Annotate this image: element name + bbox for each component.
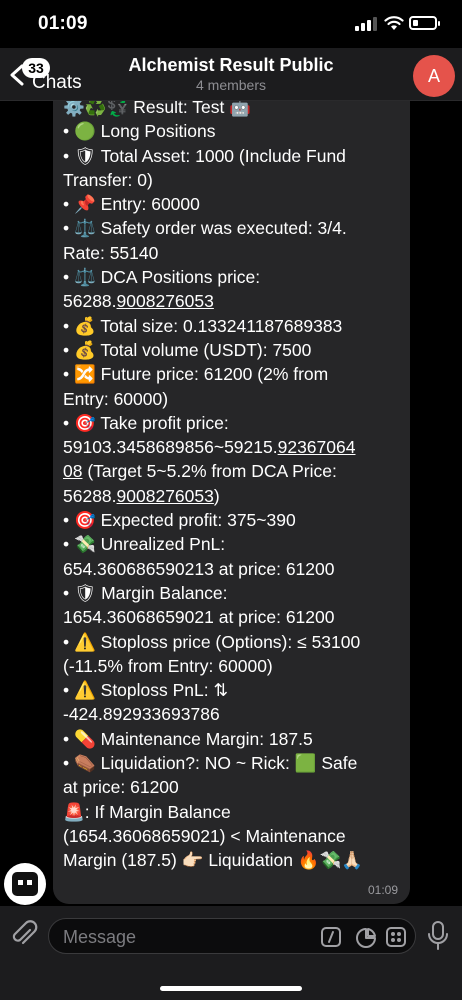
message-line: • 💸 Unrealized PnL: xyxy=(63,532,403,556)
line-text: • ⚖️ DCA Positions price: xyxy=(63,267,261,288)
wifi-icon xyxy=(384,16,404,30)
message-line: ⚙️♻️💱 Result: Test 🤖 xyxy=(63,101,403,119)
message-bubble[interactable]: ⚙️♻️💱 Result: Test 🤖 • 🟢 Long Positions • … xyxy=(53,101,410,904)
battery-level xyxy=(413,20,418,26)
phone-number-link[interactable]: 9008276053 xyxy=(117,291,214,311)
line-text: 654.360686590213 at price: 61200 xyxy=(63,558,335,579)
line-text: • ⚠️ Stoploss price (Options): ≤ 53100 xyxy=(63,631,361,652)
message-line: • 🔀 Future price: 61200 (2% from xyxy=(63,362,403,386)
slash-command-icon[interactable] xyxy=(321,927,341,947)
line-text: • 🛡 Margin Balance: xyxy=(63,582,228,603)
message-line: -424.892933693786 xyxy=(63,702,403,726)
line-text: • 🔀 Future price: 61200 (2% from xyxy=(63,364,329,385)
line-text: • 🛡 Total Asset: 1000 (Include Fund xyxy=(63,145,346,166)
result-emoji-icon: ⚙️♻️💱 xyxy=(63,101,129,117)
message-line: • 🎯 Take profit price: xyxy=(63,411,403,435)
message-composer: Message xyxy=(0,906,462,1000)
battery-icon xyxy=(409,16,440,30)
line-text: • ⚖️ Safety order was executed: 3/4. xyxy=(63,218,347,239)
phone-number-link[interactable]: 9008276053 xyxy=(117,486,214,506)
apps-grid-icon[interactable] xyxy=(386,927,406,947)
line-text: 56288. xyxy=(63,291,117,312)
bot-face-icon xyxy=(12,872,38,896)
message-line: Entry: 60000) xyxy=(63,387,403,411)
line-text: 59103.3458689856~59215. xyxy=(63,437,278,458)
message-line: • ⚰️ Liquidation?: NO ~ Rick: 🟩 Safe xyxy=(63,751,403,775)
chat-subtitle: 4 members xyxy=(195,77,267,93)
chat-header: Chats 33 Alchemist Result Public 4 membe… xyxy=(0,48,462,101)
message-line: 56288.9008276053 xyxy=(63,289,403,313)
message-line: • 💊 Maintenance Margin: 187.5 xyxy=(63,727,403,751)
message-line: Transfer: 0) xyxy=(63,168,403,192)
message-line: • ⚖️ DCA Positions price: xyxy=(63,265,403,289)
line-text: Result: Test 🤖 xyxy=(128,101,251,117)
line-text: Entry: 60000) xyxy=(63,388,169,409)
line-text: • 🎯 Take profit price: xyxy=(63,412,229,433)
message-line: 🚨: If Margin Balance xyxy=(63,800,403,824)
line-text: -424.892933693786 xyxy=(63,704,220,725)
line-text: • 💸 Unrealized PnL: xyxy=(63,534,226,555)
message-line: • 🎯 Expected profit: 375~390 xyxy=(63,508,403,532)
line-text: (Target 5~5.2% from DCA Price: xyxy=(82,461,337,482)
line-text: • 📌 Entry: 60000 xyxy=(63,194,200,215)
phone-number-link[interactable]: 08 xyxy=(63,461,82,481)
message-line: 654.360686590213 at price: 61200 xyxy=(63,557,403,581)
message-line: (1654.36068659021) < Maintenance xyxy=(63,824,403,848)
message-line: (-11.5% from Entry: 60000) xyxy=(63,654,403,678)
line-text: Rate: 55140 xyxy=(63,242,159,263)
message-line: • 💰 Total size: 0.133241187689383 xyxy=(63,314,403,338)
message-line: • 💰 Total volume (USDT): 7500 xyxy=(63,338,403,362)
line-text: • 🟢 Long Positions xyxy=(63,121,216,142)
message-line: • 🟢 Long Positions xyxy=(63,119,403,143)
message-line: Margin (187.5) 👉🏻 Liquidation 🔥💸🙏🏻 xyxy=(63,848,403,872)
line-text: (-11.5% from Entry: 60000) xyxy=(63,655,273,676)
line-text: at price: 61200 xyxy=(63,777,179,798)
line-text: • ⚰️ Liquidation?: NO ~ Rick: 🟩 Safe xyxy=(63,753,358,774)
line-text: • 💰 Total volume (USDT): 7500 xyxy=(63,339,312,360)
line-text: 56288. xyxy=(63,485,117,506)
line-text: • 💊 Maintenance Margin: 187.5 xyxy=(63,728,313,749)
message-placeholder: Message xyxy=(63,927,137,947)
message-line: 1654.36068659021 at price: 61200 xyxy=(63,605,403,629)
message-line: at price: 61200 xyxy=(63,775,403,799)
line-text: 1654.36068659021 at price: 61200 xyxy=(63,607,335,628)
line-text: 🚨: If Margin Balance xyxy=(63,801,231,822)
paperclip-icon[interactable] xyxy=(10,920,38,950)
message-list[interactable]: ⚙️♻️💱 Result: Test 🤖 • 🟢 Long Positions • … xyxy=(0,101,462,906)
home-indicator xyxy=(160,986,302,991)
line-text: Transfer: 0) xyxy=(63,169,153,190)
group-avatar[interactable]: A xyxy=(413,55,455,97)
status-time: 01:09 xyxy=(38,13,88,34)
line-text: • 💰 Total size: 0.133241187689383 xyxy=(63,315,343,336)
line-text: (1654.36068659021) < Maintenance xyxy=(63,825,346,846)
message-line: • 📌 Entry: 60000 xyxy=(63,192,403,216)
line-text: ) xyxy=(213,485,220,506)
status-bar: 01:09 xyxy=(0,0,462,48)
cellular-signal-icon xyxy=(355,17,377,31)
microphone-icon[interactable] xyxy=(427,920,449,952)
message-line: • ⚠️ Stoploss price (Options): ≤ 53100 xyxy=(63,630,403,654)
line-text: Margin (187.5) 👉🏻 Liquidation 🔥💸🙏🏻 xyxy=(63,850,364,871)
message-line: • 🛡 Total Asset: 1000 (Include Fund xyxy=(63,144,403,168)
message-line: • 🛡 Margin Balance: xyxy=(63,581,403,605)
message-input[interactable]: Message xyxy=(48,918,416,954)
message-line: 56288.9008276053) xyxy=(63,484,403,508)
bot-avatar[interactable] xyxy=(4,863,46,905)
message-line: 59103.3458689856~59215.92367064 xyxy=(63,435,403,459)
phone-number-link[interactable]: 92367064 xyxy=(278,437,356,457)
chat-title[interactable]: Alchemist Result Public xyxy=(0,55,462,76)
sticker-icon[interactable] xyxy=(355,927,377,949)
message-line: 08 (Target 5~5.2% from DCA Price: xyxy=(63,459,403,483)
message-time: 01:09 xyxy=(367,883,398,897)
line-text: • 🎯 Expected profit: 375~390 xyxy=(63,510,296,531)
message-line: • ⚖️ Safety order was executed: 3/4. xyxy=(63,216,403,240)
message-line: Rate: 55140 xyxy=(63,241,403,265)
message-line: • ⚠️ Stoploss PnL: ⇅ xyxy=(63,678,403,702)
line-text: • ⚠️ Stoploss PnL: ⇅ xyxy=(63,680,229,701)
message-text: ⚙️♻️💱 Result: Test 🤖 • 🟢 Long Positions • … xyxy=(63,101,403,873)
